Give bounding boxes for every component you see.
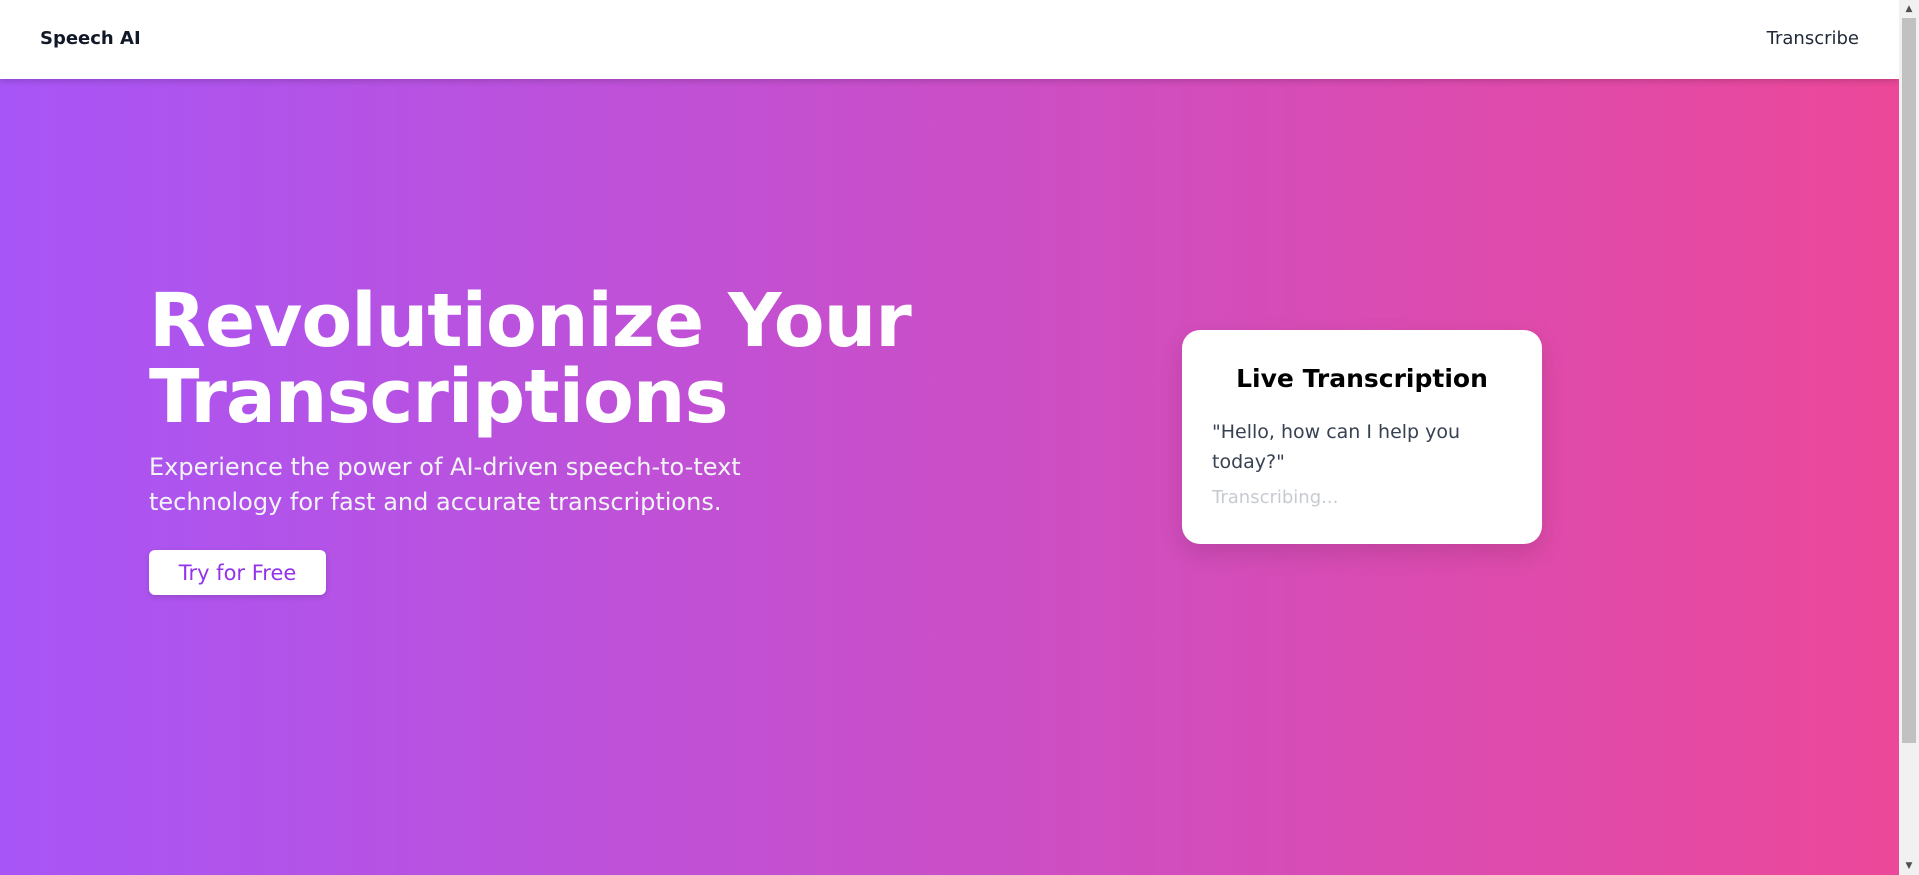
vertical-scrollbar[interactable]: ▲ ▼ <box>1899 0 1919 875</box>
scrollbar-thumb[interactable] <box>1902 18 1916 743</box>
try-for-free-button[interactable]: Try for Free <box>149 550 326 595</box>
page-viewport: Speech AI Transcribe Revolutionize Your … <box>0 0 1899 875</box>
transcription-quote: "Hello, how can I help you today?" <box>1212 421 1461 473</box>
hero-section: Revolutionize Your Transcriptions Experi… <box>0 79 1899 875</box>
live-transcription-card: Live Transcription "Hello, how can I hel… <box>1182 330 1542 544</box>
brand-logo-text[interactable]: Speech AI <box>40 28 141 49</box>
transcription-status: Transcribing... <box>1212 487 1339 508</box>
hero-title: Revolutionize Your Transcriptions <box>149 278 912 440</box>
triangle-up-icon[interactable]: ▲ <box>1899 0 1919 18</box>
navbar: Speech AI Transcribe <box>0 0 1899 79</box>
card-title: Live Transcription <box>1236 364 1488 393</box>
hero-subtitle: Experience the power of AI-driven speech… <box>149 453 741 516</box>
nav-link-transcribe[interactable]: Transcribe <box>1767 28 1859 49</box>
triangle-down-icon[interactable]: ▼ <box>1899 857 1919 875</box>
